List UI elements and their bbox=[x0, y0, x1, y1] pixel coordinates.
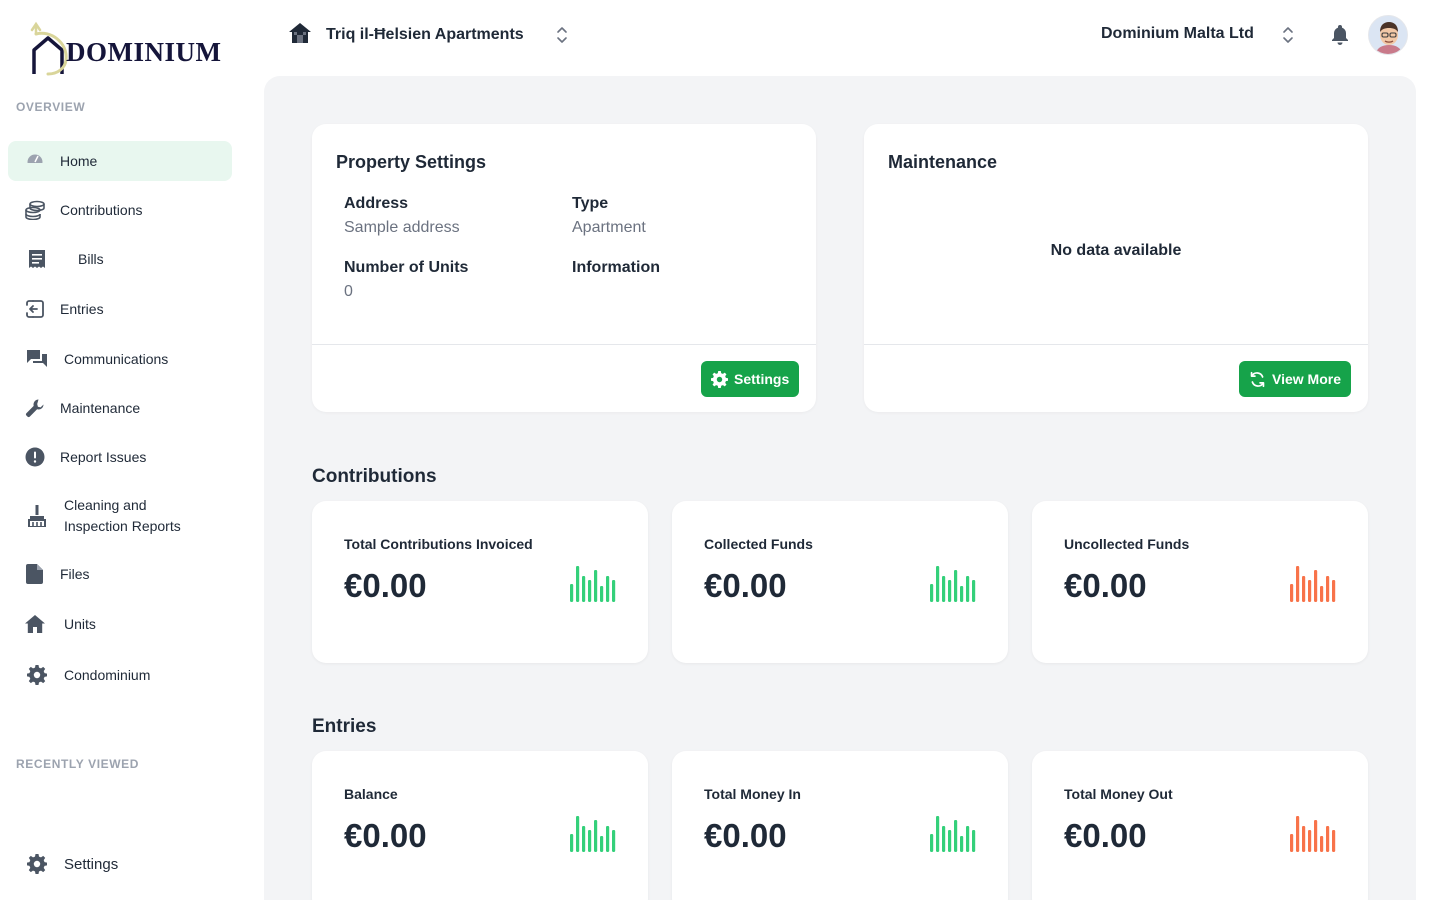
sidebar-item-bills[interactable]: Bills bbox=[8, 239, 232, 279]
house-logo-icon bbox=[30, 21, 68, 76]
sidebar-item-label: Units bbox=[64, 615, 96, 632]
view-more-button[interactable]: View More bbox=[1239, 361, 1351, 397]
maintenance-title: Maintenance bbox=[888, 152, 998, 172]
sidebar-item-label: Contributions bbox=[60, 201, 143, 218]
sidebar-item-label: Settings bbox=[64, 855, 119, 873]
stat-card-total-money-out: Total Money Out €0.00 bbox=[1032, 751, 1368, 900]
stat-label: Total Money Out bbox=[1064, 786, 1173, 802]
bell-icon bbox=[1332, 25, 1348, 45]
sidebar-item-contributions[interactable]: Contributions bbox=[8, 190, 232, 230]
sidebar-item-label: Home bbox=[60, 152, 98, 169]
card-divider bbox=[312, 344, 816, 345]
card-divider bbox=[864, 344, 1368, 345]
sidebar-item-label: Maintenance bbox=[60, 399, 141, 416]
overview-section-label: OVERVIEW bbox=[16, 100, 86, 114]
gear-icon bbox=[26, 664, 48, 686]
sidebar-item-report-issues[interactable]: Report Issues bbox=[8, 437, 232, 477]
main-content: Property Settings Address Sample address… bbox=[264, 76, 1416, 900]
sidebar-item-files[interactable]: Files bbox=[8, 554, 232, 594]
brand-name: DOMINIUM bbox=[66, 37, 222, 67]
stat-value: €0.00 bbox=[344, 817, 427, 854]
stat-label: Balance bbox=[344, 786, 398, 802]
stat-value: €0.00 bbox=[704, 567, 787, 604]
exclamation-circle-icon bbox=[24, 446, 46, 468]
sidebar-item-label: Cleaning and Inspection Reports bbox=[64, 497, 181, 534]
avatar-icon bbox=[1369, 16, 1407, 54]
view-more-button-label: View More bbox=[1272, 371, 1341, 387]
receipt-icon bbox=[26, 248, 48, 270]
bar-trend-icon bbox=[570, 816, 616, 852]
units-value: 0 bbox=[344, 283, 353, 300]
sidebar-item-entries[interactable]: Entries bbox=[8, 289, 232, 329]
gear-icon bbox=[26, 853, 48, 875]
stat-value: €0.00 bbox=[1064, 567, 1147, 604]
address-value: Sample address bbox=[344, 219, 460, 236]
sidebar-item-label: Bills bbox=[78, 250, 104, 267]
sidebar-item-label: Files bbox=[60, 565, 90, 582]
coins-stack-icon bbox=[24, 199, 46, 221]
building-icon bbox=[288, 21, 312, 50]
maintenance-empty-state: No data available bbox=[1050, 242, 1182, 259]
gauge-icon bbox=[24, 150, 46, 172]
recently-viewed-section-label: RECENTLY VIEWED bbox=[16, 757, 140, 771]
brand-logo[interactable]: DOMINIUM bbox=[30, 20, 221, 76]
chevron-up-down-icon[interactable] bbox=[555, 25, 569, 45]
property-settings-title: Property Settings bbox=[336, 152, 487, 172]
sidebar-item-condominium[interactable]: Condominium bbox=[8, 655, 232, 695]
sidebar-item-label: Entries bbox=[60, 300, 104, 317]
property-name: Triq il-Ħelsien Apartments bbox=[326, 26, 524, 43]
stat-label: Uncollected Funds bbox=[1064, 536, 1190, 552]
property-settings-card: Property Settings Address Sample address… bbox=[312, 124, 816, 412]
stat-value: €0.00 bbox=[704, 817, 787, 854]
broom-icon bbox=[26, 505, 48, 527]
wrench-icon bbox=[24, 397, 46, 419]
stat-label: Collected Funds bbox=[704, 536, 813, 552]
gear-icon bbox=[711, 370, 728, 388]
notifications-button[interactable] bbox=[1329, 24, 1351, 51]
user-avatar[interactable] bbox=[1368, 15, 1408, 55]
bar-trend-icon bbox=[570, 566, 616, 602]
stat-card-total-money-in: Total Money In €0.00 bbox=[672, 751, 1008, 900]
units-label: Number of Units bbox=[344, 259, 469, 276]
sidebar-item-cleaning-inspection-reports[interactable]: Cleaning and Inspection Reports bbox=[8, 490, 232, 542]
property-switcher[interactable]: Triq il-Ħelsien Apartments bbox=[288, 18, 524, 52]
sidebar-item-units[interactable]: Units bbox=[8, 604, 232, 644]
file-icon bbox=[24, 563, 46, 585]
chevron-up-down-icon[interactable] bbox=[1281, 25, 1295, 45]
stat-value: €0.00 bbox=[344, 567, 427, 604]
sidebar-item-maintenance[interactable]: Maintenance bbox=[8, 388, 232, 428]
sidebar-item-label: Report Issues bbox=[60, 448, 147, 465]
sidebar-item-communications[interactable]: Communications bbox=[8, 339, 232, 379]
settings-button[interactable]: Settings bbox=[701, 361, 800, 397]
stat-card-uncollected-funds: Uncollected Funds €0.00 bbox=[1032, 501, 1368, 663]
entries-section-title: Entries bbox=[312, 716, 377, 737]
settings-button-label: Settings bbox=[734, 371, 790, 387]
stat-card-balance: Balance €0.00 bbox=[312, 751, 648, 900]
refresh-icon bbox=[1250, 371, 1265, 387]
bar-trend-icon bbox=[1290, 566, 1336, 602]
stat-card-total-contributions-invoiced: Total Contributions Invoiced €0.00 bbox=[312, 501, 648, 663]
stat-card-collected-funds: Collected Funds €0.00 bbox=[672, 501, 1008, 663]
sidebar-item-label: Communications bbox=[64, 350, 169, 367]
stat-value: €0.00 bbox=[1064, 817, 1147, 854]
sidebar-item-home[interactable]: Home bbox=[8, 141, 232, 181]
type-value: Apartment bbox=[572, 219, 646, 236]
bar-trend-icon bbox=[1290, 816, 1336, 852]
information-label: Information bbox=[572, 259, 660, 276]
maintenance-card: Maintenance No data available View More bbox=[864, 124, 1368, 412]
chat-bubbles-icon bbox=[26, 348, 48, 370]
contributions-section-title: Contributions bbox=[312, 466, 437, 487]
type-label: Type bbox=[572, 195, 609, 212]
organization-switcher[interactable]: Dominium Malta Ltd bbox=[1101, 25, 1254, 43]
bar-trend-icon bbox=[930, 566, 976, 602]
sidebar-item-label: Condominium bbox=[64, 666, 151, 683]
sidebar: DOMINIUM OVERVIEW Home Contributions Bil… bbox=[0, 0, 240, 900]
bar-trend-icon bbox=[930, 816, 976, 852]
sign-in-icon bbox=[24, 298, 46, 320]
sidebar-item-settings[interactable]: Settings bbox=[8, 844, 232, 884]
stat-label: Total Money In bbox=[704, 786, 801, 802]
address-label: Address bbox=[344, 195, 409, 212]
stat-label: Total Contributions Invoiced bbox=[344, 536, 533, 552]
house-icon bbox=[24, 613, 46, 635]
